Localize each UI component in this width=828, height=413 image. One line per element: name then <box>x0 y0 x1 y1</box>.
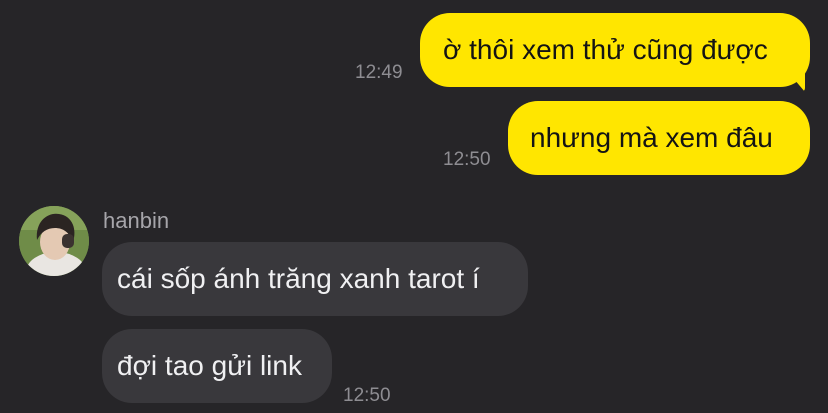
message-timestamp: 12:50 <box>443 149 491 170</box>
incoming-message-bubble[interactable]: đợi tao gửi link <box>102 329 332 403</box>
message-timestamp: 12:50 <box>343 385 391 406</box>
message-text: ờ thôi xem thử cũng được <box>443 34 768 65</box>
message-timestamp: 12:49 <box>355 62 403 83</box>
message-text: nhưng mà xem đâu <box>530 122 773 153</box>
outgoing-message-bubble[interactable]: nhưng mà xem đâu <box>508 101 810 175</box>
outgoing-message-bubble[interactable]: ờ thôi xem thử cũng được <box>420 13 810 87</box>
message-text: đợi tao gửi link <box>117 350 302 381</box>
avatar[interactable] <box>19 206 89 276</box>
message-text: cái sốp ánh trăng xanh tarot í <box>117 263 480 294</box>
sender-name: hanbin <box>103 208 170 233</box>
incoming-message-bubble[interactable]: cái sốp ánh trăng xanh tarot í <box>102 242 528 316</box>
profile-photo-icon <box>19 206 89 276</box>
